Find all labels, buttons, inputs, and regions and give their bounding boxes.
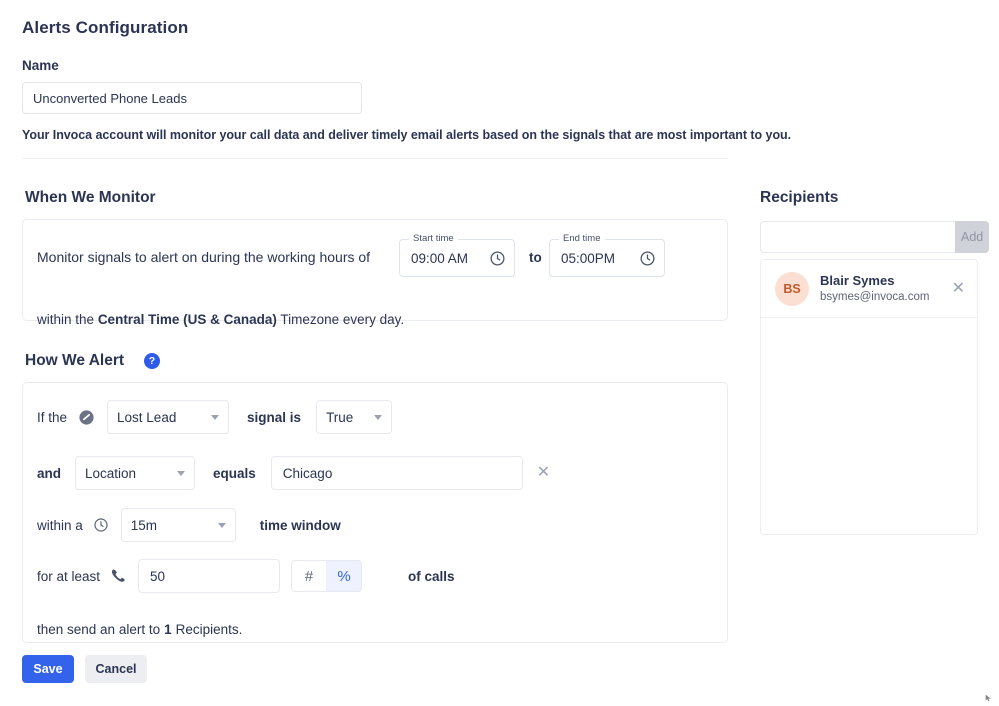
- recipient-email-input[interactable]: [760, 221, 955, 253]
- signal-name-select[interactable]: Lost Lead: [107, 400, 230, 434]
- add-recipient-button[interactable]: Add: [955, 221, 990, 253]
- phone-icon: [110, 568, 126, 584]
- start-time-field[interactable]: Start time 09:00 AM: [399, 233, 515, 277]
- alert-condition-row-signal: If the Lost Lead signal is True: [23, 397, 727, 437]
- monitor-line2-prefix: within the: [37, 312, 95, 327]
- alerts-configuration-page: Alerts Configuration Name Your Invoca ac…: [0, 0, 999, 706]
- filter-operator-label: equals: [213, 465, 256, 481]
- monitor-sentence-line2: within the Central Time (US & Canada) Ti…: [37, 312, 404, 327]
- threshold-unit-percent-button[interactable]: %: [326, 561, 362, 591]
- if-the-label: If the: [37, 409, 68, 425]
- name-field-label: Name: [22, 58, 59, 73]
- list-item[interactable]: BS Blair Symes bsymes@invoca.com ✕: [761, 260, 977, 318]
- close-icon[interactable]: ✕: [537, 465, 550, 481]
- summary-suffix: Recipients.: [175, 621, 243, 637]
- chevron-down-icon: [217, 522, 226, 528]
- section-heading-how-we-alert: How We Alert: [25, 352, 125, 369]
- start-time-label: Start time: [409, 233, 458, 245]
- question-mark-icon[interactable]: ?: [144, 353, 160, 369]
- signal-slash-icon: [78, 409, 95, 426]
- and-label: and: [37, 465, 62, 481]
- alert-threshold-row: for at least # % of calls: [23, 556, 727, 596]
- close-icon[interactable]: ✕: [952, 280, 965, 297]
- signal-value-select[interactable]: True: [316, 400, 393, 434]
- recipient-name: Blair Symes: [820, 272, 895, 288]
- how-we-alert-card: If the Lost Lead signal is True and Loca…: [22, 382, 728, 643]
- summary-recipient-count: 1: [164, 621, 172, 637]
- within-a-label: within a: [37, 517, 83, 533]
- section-heading-when-we-monitor: When We Monitor: [25, 189, 156, 206]
- monitor-line2-suffix: Timezone every day.: [280, 312, 405, 327]
- alert-summary-row: then send an alert to 1 Recipients.: [23, 609, 727, 649]
- recipient-list: BS Blair Symes bsymes@invoca.com ✕: [760, 259, 978, 535]
- signal-is-label: signal is: [247, 409, 302, 425]
- time-window-value: 15m: [130, 517, 158, 533]
- save-button[interactable]: Save: [22, 655, 74, 683]
- threshold-input[interactable]: [138, 559, 281, 593]
- monitor-sentence-line1: Monitor signals to alert on during the w…: [37, 249, 371, 265]
- time-window-label: time window: [259, 517, 341, 533]
- description-text: Your Invoca account will monitor your ca…: [22, 128, 792, 142]
- filter-field-value: Location: [85, 465, 137, 481]
- alert-name-input[interactable]: [22, 82, 362, 114]
- end-time-label: End time: [559, 233, 605, 245]
- section-heading-recipients: Recipients: [760, 189, 839, 206]
- header-divider: [22, 158, 728, 159]
- clock-icon[interactable]: [639, 250, 656, 267]
- end-time-value: 05:00PM: [561, 250, 616, 266]
- chevron-down-icon: [211, 414, 220, 420]
- threshold-unit-toggle[interactable]: # %: [291, 560, 363, 592]
- recipient-email: bsymes@invoca.com: [820, 290, 930, 303]
- time-range-separator: to: [529, 250, 542, 265]
- clock-icon[interactable]: [489, 250, 506, 267]
- mouse-cursor-icon: [985, 694, 991, 702]
- clock-icon: [93, 517, 109, 533]
- threshold-unit-count-button[interactable]: #: [292, 561, 327, 591]
- avatar: BS: [775, 271, 809, 306]
- alert-condition-row-filter: and Location equals ✕: [23, 453, 727, 493]
- signal-name-value: Lost Lead: [117, 409, 177, 425]
- chevron-down-icon: [374, 414, 383, 420]
- end-time-field[interactable]: End time 05:00PM: [549, 233, 665, 277]
- of-calls-label: of calls: [408, 568, 455, 584]
- monitor-timezone: Central Time (US & Canada): [97, 312, 277, 327]
- when-we-monitor-card: Monitor signals to alert on during the w…: [22, 219, 728, 327]
- signal-value: True: [326, 409, 354, 425]
- time-window-select[interactable]: 15m: [120, 508, 236, 542]
- page-title: Alerts Configuration: [22, 18, 189, 37]
- recipient-add-row: Add: [760, 221, 990, 253]
- summary-prefix: then send an alert to: [37, 621, 161, 637]
- for-at-least-label: for at least: [37, 568, 101, 584]
- filter-value-input[interactable]: [270, 456, 523, 490]
- start-time-value: 09:00 AM: [411, 250, 469, 266]
- cancel-button[interactable]: Cancel: [85, 655, 147, 683]
- filter-field-select[interactable]: Location: [75, 456, 196, 490]
- recipient-meta: Blair Symes bsymes@invoca.com: [820, 273, 952, 305]
- alert-time-window-row: within a 15m time window: [23, 505, 727, 545]
- chevron-down-icon: [177, 470, 186, 476]
